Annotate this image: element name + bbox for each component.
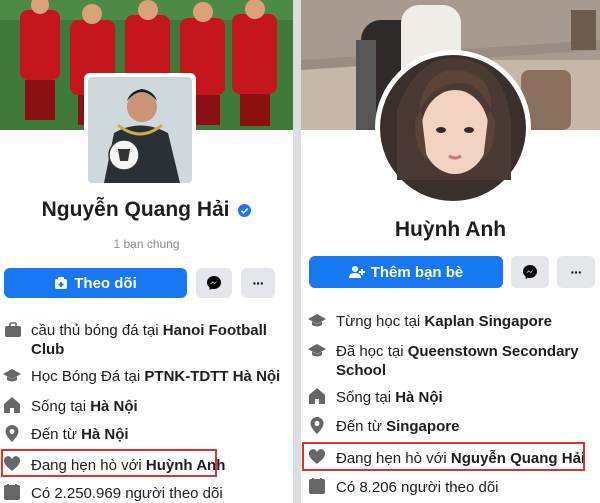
intro-prefix: Học Bóng Đá tại bbox=[31, 368, 145, 385]
location-icon bbox=[2, 423, 22, 443]
more-options-icon: ··· bbox=[252, 275, 265, 291]
relationship-highlight bbox=[302, 442, 585, 471]
intro-prefix: Đến từ bbox=[31, 426, 82, 443]
profile-picture[interactable] bbox=[375, 50, 531, 206]
verified-badge-icon bbox=[238, 203, 252, 217]
intro-prefix: Sống tại bbox=[336, 389, 396, 406]
intro-prefix: Có 2.250.969 người theo dõi bbox=[31, 485, 223, 502]
intro-item-text: Sống tại Hà Nội bbox=[336, 388, 443, 407]
more-options-button[interactable]: ··· bbox=[241, 268, 275, 298]
intro-item-text: cầu thủ bóng đá tại Hanoi Football Club bbox=[31, 321, 286, 359]
follow-button[interactable]: Theo dõi bbox=[4, 268, 187, 298]
intro-item-text: Từng học tại Kaplan Singapore bbox=[336, 312, 552, 331]
profile-name: Nguyễn Quang Hải bbox=[0, 198, 293, 222]
intro-item-text: Sống tại Hà Nội bbox=[31, 397, 138, 416]
profile-picture[interactable] bbox=[84, 73, 196, 187]
profile-panel-left: Nguyễn Quang Hải 1 bạn chung Theo dõi ··… bbox=[0, 0, 293, 503]
education-icon bbox=[307, 341, 327, 361]
intro-prefix: Đến từ bbox=[336, 418, 387, 435]
follow-button-label: Theo dõi bbox=[74, 274, 137, 292]
messenger-icon bbox=[207, 276, 221, 290]
add-friend-button[interactable]: Thêm bạn bè bbox=[309, 256, 503, 288]
messenger-button[interactable] bbox=[196, 268, 232, 298]
mutual-friends[interactable]: 1 bạn chung bbox=[0, 237, 293, 251]
work-icon bbox=[3, 320, 23, 340]
add-friend-icon bbox=[348, 266, 365, 278]
intro-prefix: cầu thủ bóng đá tại bbox=[31, 322, 163, 339]
intro-bold[interactable]: PTNK-TDTT Hà Nội bbox=[144, 368, 280, 385]
education-icon bbox=[307, 311, 327, 331]
location-icon bbox=[307, 415, 327, 435]
messenger-icon bbox=[523, 265, 537, 279]
profile-name-text: Nguyễn Quang Hải bbox=[41, 198, 230, 221]
intro-prefix: Sống tại bbox=[31, 398, 91, 415]
education-icon bbox=[2, 366, 22, 386]
home-icon bbox=[307, 386, 327, 406]
intro-bold[interactable]: Hà Nội bbox=[90, 398, 138, 415]
intro-item-text: Đã học tại Queenstown Secondary School bbox=[336, 342, 586, 380]
intro-bold[interactable]: Hà Nội bbox=[395, 389, 443, 406]
intro-prefix: Từng học tại bbox=[336, 313, 425, 330]
intro-item-text: Có 8.206 người theo dõi bbox=[336, 478, 499, 497]
followers-icon bbox=[2, 482, 22, 502]
intro-bold[interactable]: Singapore bbox=[386, 418, 459, 435]
intro-bold[interactable]: Hà Nội bbox=[81, 426, 129, 443]
intro-item-text: Có 2.250.969 người theo dõi bbox=[31, 484, 223, 503]
more-options-icon: ··· bbox=[570, 264, 583, 280]
add-friend-button-label: Thêm bạn bè bbox=[370, 263, 464, 281]
profile-panel-right: Huỳnh Anh Thêm bạn bè ··· Từng học tại K… bbox=[301, 0, 600, 503]
profile-name: Huỳnh Anh bbox=[394, 218, 507, 241]
home-icon bbox=[2, 395, 22, 415]
followers-icon bbox=[307, 476, 327, 496]
intro-bold[interactable]: Kaplan Singapore bbox=[424, 313, 552, 330]
intro-item-text: Học Bóng Đá tại PTNK-TDTT Hà Nội bbox=[31, 367, 280, 386]
intro-prefix: Đã học tại bbox=[336, 343, 408, 360]
relationship-highlight bbox=[1, 449, 217, 477]
intro-prefix: Có 8.206 người theo dõi bbox=[336, 479, 499, 496]
intro-item-text: Đến từ Hà Nội bbox=[31, 425, 129, 444]
messenger-button[interactable] bbox=[511, 256, 549, 288]
follow-icon bbox=[55, 277, 68, 289]
more-options-button[interactable]: ··· bbox=[557, 256, 595, 288]
intro-item-text: Đến từ Singapore bbox=[336, 417, 459, 436]
